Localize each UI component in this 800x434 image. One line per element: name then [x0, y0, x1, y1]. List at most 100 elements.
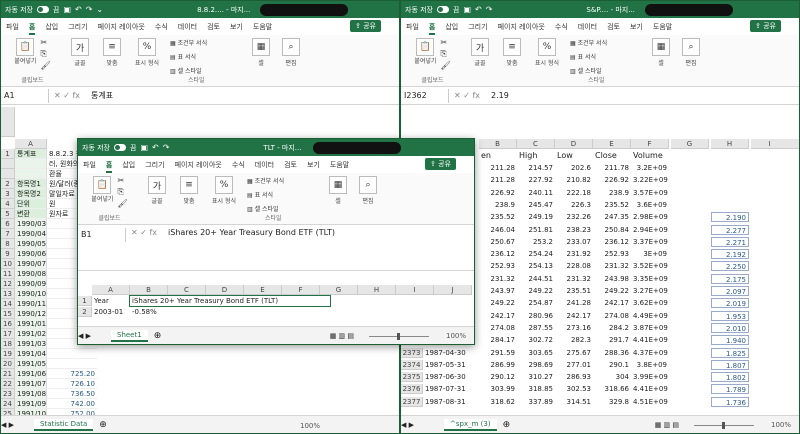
- col-header[interactable]: A: [92, 285, 130, 295]
- table-format-button[interactable]: ▤ 표 서식: [170, 52, 196, 61]
- cell-value[interactable]: 4.51E+09: [631, 397, 669, 407]
- redo-icon[interactable]: ↷: [163, 143, 170, 152]
- cell-value[interactable]: 231.32: [555, 274, 593, 284]
- menu-home[interactable]: 홈: [105, 160, 113, 173]
- cell-i[interactable]: 2.175: [711, 273, 749, 284]
- col-header-a[interactable]: A: [15, 139, 47, 149]
- cell-i[interactable]: 2.277: [711, 224, 749, 235]
- cell-value[interactable]: 291.7: [593, 335, 631, 345]
- cell-value[interactable]: 226.3: [555, 200, 593, 210]
- row-header[interactable]: [1, 159, 15, 169]
- cell-a[interactable]: 1991/03: [15, 339, 47, 349]
- paste-icon[interactable]: 📋: [93, 176, 112, 194]
- cell-a[interactable]: 단위: [15, 199, 47, 209]
- cell-value[interactable]: 273.16: [555, 323, 593, 333]
- prev-sheet-icon[interactable]: ◀ ▶: [78, 332, 91, 340]
- percent-icon[interactable]: %: [538, 38, 556, 56]
- cell-value[interactable]: 214.57: [517, 163, 555, 173]
- menu-data[interactable]: 데이터: [178, 22, 197, 32]
- cell-value[interactable]: 231.32: [593, 261, 631, 271]
- name-box[interactable]: B1: [78, 228, 126, 242]
- cell-value[interactable]: 252.93: [479, 261, 517, 271]
- cell-a[interactable]: 1991/02: [15, 329, 47, 339]
- col-header[interactable]: C: [517, 139, 555, 149]
- normal-view-icon[interactable]: ▦ ▥ ▤: [655, 421, 679, 429]
- cell-value[interactable]: 231.32: [479, 274, 517, 284]
- customize-icon[interactable]: ⌄: [96, 5, 103, 14]
- cell-value[interactable]: 3.8E+09: [631, 360, 669, 370]
- menu-review[interactable]: 검토: [607, 22, 620, 32]
- cell-value[interactable]: 4.41E+09: [631, 384, 669, 394]
- zoom-slider[interactable]: [694, 422, 754, 429]
- cells-icon[interactable]: ▦: [252, 38, 270, 56]
- cell-i[interactable]: 1.789: [711, 384, 749, 395]
- menu-help[interactable]: 도움말: [253, 22, 272, 32]
- menu-formulas[interactable]: 수식: [555, 22, 568, 32]
- row-header[interactable]: 2374: [401, 359, 423, 370]
- cell-value[interactable]: 238.23: [555, 225, 593, 235]
- save-icon[interactable]: ▣: [63, 5, 71, 14]
- format-painter-icon[interactable]: 🖌: [40, 61, 50, 70]
- cell-value[interactable]: 3.87E+09: [631, 323, 669, 333]
- cell-value[interactable]: 247.35: [593, 212, 631, 222]
- autosave-toggle[interactable]: [437, 6, 449, 13]
- cell-value[interactable]: 235.52: [593, 200, 631, 210]
- cell-value[interactable]: 254.87: [517, 298, 555, 308]
- cell-value[interactable]: 3.22E+09: [631, 175, 669, 185]
- redo-icon[interactable]: ↷: [486, 5, 493, 14]
- search-icon[interactable]: ⌕: [359, 176, 377, 194]
- col-header[interactable]: G: [671, 139, 709, 149]
- cell-value[interactable]: 228.08: [555, 261, 593, 271]
- cell-value[interactable]: 302.53: [555, 384, 593, 394]
- cell-date[interactable]: 1987-08-31: [423, 397, 479, 407]
- menu-formulas[interactable]: 수식: [232, 160, 245, 170]
- cell-i[interactable]: 2.190: [711, 212, 749, 223]
- cell-value[interactable]: 232.26: [555, 212, 593, 222]
- fx-icon[interactable]: ✕ ✓ fx: [49, 91, 85, 100]
- cell-value[interactable]: 249.22: [479, 298, 517, 308]
- cell-value[interactable]: 236.12: [593, 237, 631, 247]
- row-header[interactable]: 24: [1, 399, 15, 409]
- cell-i[interactable]: 1.953: [711, 310, 749, 321]
- col-header[interactable]: D: [206, 285, 244, 295]
- cell-a[interactable]: 1990/11: [15, 299, 47, 309]
- center-sheet-grid[interactable]: A B C D E F G H I J 1 Year iShares 20+ Year Treasury…: [78, 285, 474, 325]
- menu-review[interactable]: 검토: [207, 22, 220, 32]
- cell-a[interactable]: 1990/12: [15, 309, 47, 319]
- menu-review[interactable]: 검토: [284, 160, 297, 170]
- formula-input[interactable]: 2.19: [485, 91, 509, 100]
- cell-a[interactable]: [15, 169, 47, 179]
- cell-a[interactable]: 1991/09: [15, 399, 47, 409]
- cell-i[interactable]: 2.097: [711, 286, 749, 296]
- cell-value[interactable]: 302.72: [517, 335, 555, 345]
- cell-value[interactable]: 286.93: [555, 372, 593, 382]
- cell-i[interactable]: 2.250: [711, 261, 749, 272]
- cell-value[interactable]: 3.52E+09: [631, 261, 669, 271]
- cell-i[interactable]: 1.807: [711, 359, 749, 370]
- format-painter-icon[interactable]: 🖌: [117, 199, 127, 208]
- cell-a[interactable]: 1990/03: [15, 219, 47, 229]
- cell-a[interactable]: 1990/08: [15, 269, 47, 279]
- menu-help[interactable]: 도움말: [330, 160, 349, 170]
- cell-i[interactable]: 2.019: [711, 298, 749, 309]
- menu-page-layout[interactable]: 페이지 레이아웃: [498, 22, 545, 32]
- cell-value[interactable]: 238.9: [593, 188, 631, 198]
- cell-a[interactable]: 항목명2: [15, 189, 47, 199]
- cell-value[interactable]: 211.28: [479, 175, 517, 185]
- cell-i[interactable]: 2.192: [711, 249, 749, 260]
- menu-data[interactable]: 데이터: [255, 160, 274, 170]
- cell-value[interactable]: 251.81: [517, 225, 555, 235]
- cell-value[interactable]: 250.84: [593, 225, 631, 235]
- align-icon[interactable]: ≡: [503, 38, 521, 56]
- menu-formulas[interactable]: 수식: [155, 22, 168, 32]
- cells-icon[interactable]: ▦: [652, 38, 670, 56]
- cell-a[interactable]: 1991/06: [15, 369, 47, 379]
- cell-value[interactable]: 3.35E+09: [631, 274, 669, 284]
- row-header[interactable]: 9: [1, 249, 15, 259]
- cut-icon[interactable]: ✂: [40, 38, 50, 47]
- cell-i[interactable]: 1.940: [711, 335, 749, 346]
- cell-value[interactable]: 210.82: [555, 175, 593, 185]
- menu-home[interactable]: 홈: [428, 22, 436, 35]
- col-header[interactable]: C: [168, 285, 206, 295]
- menu-insert[interactable]: 삽입: [45, 22, 58, 32]
